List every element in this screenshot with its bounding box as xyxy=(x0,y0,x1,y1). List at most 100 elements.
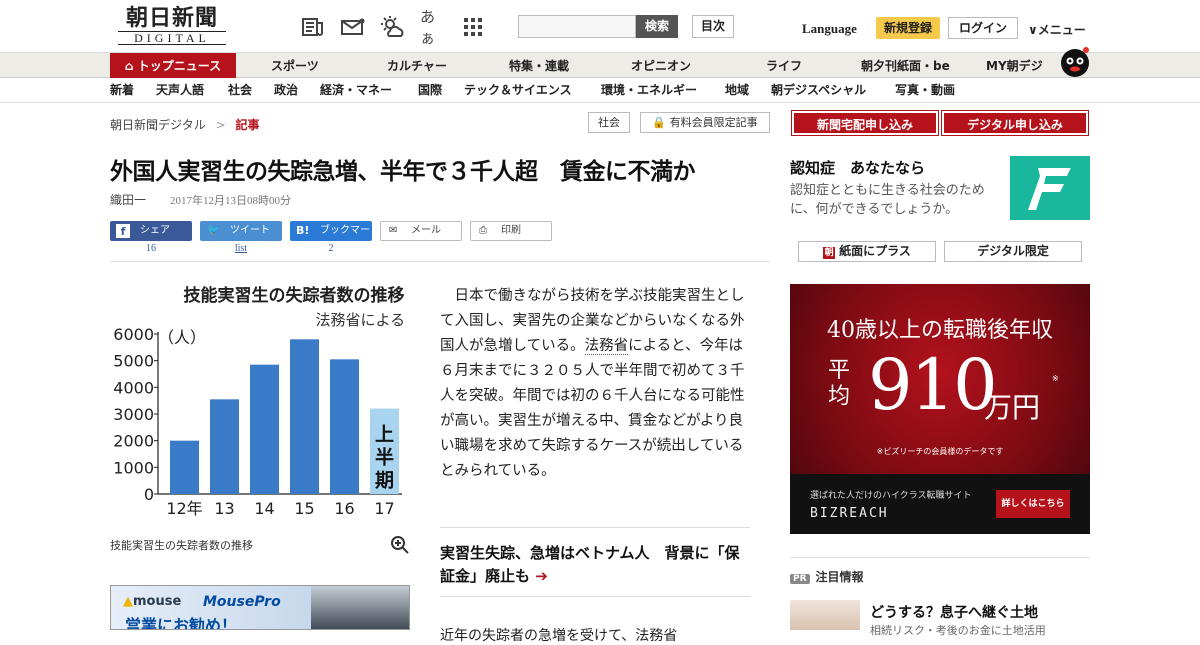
pr-title[interactable]: どうする？息子へ継ぐ土地 xyxy=(870,602,1038,622)
publish-date: 2017年12月13日08時00分 xyxy=(170,195,291,207)
feature-logo[interactable] xyxy=(1010,156,1090,220)
nav-top-news[interactable]: ⌂ トップニュース xyxy=(110,53,236,79)
twitter-icon: 🐦 xyxy=(207,225,220,236)
x-tick-label: 17 xyxy=(374,499,394,518)
nav-paper[interactable]: 朝夕刊紙面・be xyxy=(861,53,950,79)
login-button[interactable]: ログイン xyxy=(948,17,1018,39)
dementia-feature-title[interactable]: 認知症 あなたなら xyxy=(790,157,925,178)
mail-icon[interactable] xyxy=(340,14,366,40)
chart-ylabel: （人） xyxy=(158,328,206,347)
main-nav: ⌂ トップニュース スポーツ カルチャー 特集・連載 オピニオン ライフ 朝夕刊… xyxy=(0,52,1200,79)
site-header: 朝日新聞 DIGITAL あぁ 検索 目次 Language 新規登録 ログイン… xyxy=(0,0,1200,52)
ad-mark: ※ xyxy=(1052,374,1059,383)
bar[interactable] xyxy=(250,364,279,494)
subnav-photo[interactable]: 写真・動画 xyxy=(895,78,955,103)
ad-note: ※ビズリーチの会員様のデータです xyxy=(876,447,1004,456)
bar-annotation: 上 xyxy=(375,424,394,446)
weather-icon[interactable] xyxy=(380,14,406,40)
search-input[interactable] xyxy=(518,15,636,38)
subnav-tech[interactable]: テック＆サイエンス xyxy=(464,78,572,103)
home-delivery-button[interactable]: 新聞宅配申し込み xyxy=(791,110,939,136)
bizreach-ad-banner[interactable]: 40歳以上の転職後年収 平均 910 万円 ※ ※ビズリーチの会員様のデータです… xyxy=(790,284,1090,534)
ad-brand: ▲mouse xyxy=(123,594,182,609)
subnav-international[interactable]: 国際 xyxy=(418,78,442,103)
breadcrumb: 朝日新聞デジタル > 記事 xyxy=(110,118,260,132)
facebook-share-button[interactable]: f シェア xyxy=(110,221,192,241)
facebook-icon: f xyxy=(116,224,130,238)
subnav-tenseijingo[interactable]: 天声人語 xyxy=(156,78,204,103)
ad-photo xyxy=(311,586,409,629)
nav-opinion[interactable]: オピニオン xyxy=(631,53,691,79)
pr-thumbnail[interactable] xyxy=(790,600,860,630)
subnav-environment[interactable]: 環境・エネルギー xyxy=(601,78,697,103)
register-button[interactable]: 新規登録 xyxy=(876,17,940,39)
ad-average: 平均 xyxy=(828,358,851,409)
moj-link[interactable]: 法務省 xyxy=(584,338,629,355)
paid-badge: 🔒 有料会員限定記事 xyxy=(640,112,770,133)
mail-share-button[interactable]: ✉ メール xyxy=(380,221,462,241)
subnav-new[interactable]: 新着 xyxy=(110,78,134,103)
newspaper-icon[interactable] xyxy=(300,14,326,40)
site-logo[interactable]: 朝日新聞 DIGITAL xyxy=(118,6,226,45)
chart-caption: 技能実習生の失踪者数の推移 xyxy=(110,539,253,552)
search-button[interactable]: 検索 xyxy=(636,15,678,38)
bar-annotation: 半 xyxy=(375,446,394,469)
bar[interactable] xyxy=(290,339,319,494)
dementia-feature-desc: 認知症とともに生きる社会のために、何ができるでしょうか。 xyxy=(790,183,985,217)
y-tick-label: 4000 xyxy=(113,378,154,397)
ad-unit: 万円 xyxy=(984,391,1041,424)
pr-section-header: PR 注目情報 xyxy=(790,557,1090,585)
x-tick-label: 13 xyxy=(214,499,234,518)
ad-brand2: MousePro xyxy=(203,594,281,610)
bar[interactable] xyxy=(330,359,359,494)
subnav-region[interactable]: 地域 xyxy=(725,78,749,103)
print-button[interactable]: ⎙ 印刷 xyxy=(470,221,552,241)
hatena-bookmark-button[interactable]: B! ブックマーク xyxy=(290,221,372,256)
pr-badge: PR xyxy=(790,574,810,584)
menu-button[interactable]: ∨メニュー xyxy=(1028,21,1086,38)
section-tag[interactable]: 社会 xyxy=(588,112,630,133)
mascot-icon xyxy=(1061,47,1089,77)
y-tick-label: 0 xyxy=(144,485,154,504)
digital-signup-button[interactable]: デジタル申し込み xyxy=(941,110,1089,136)
article-body: 日本で働きながら技術を学ぶ技能実習生として入国し、実習先の企業などからいなくなる… xyxy=(440,288,745,479)
zoom-icon[interactable] xyxy=(390,535,410,560)
subnav-society[interactable]: 社会 xyxy=(228,78,252,103)
twitter-count[interactable]: list xyxy=(200,243,282,254)
ad-brand-name: BIZREACH xyxy=(810,506,889,521)
subnav-politics[interactable]: 政治 xyxy=(274,78,298,103)
nav-life[interactable]: ライフ xyxy=(766,53,802,79)
digital-only-button[interactable]: デジタル限定 xyxy=(944,241,1082,262)
x-tick-label: 16 xyxy=(334,499,354,518)
subnav-economy[interactable]: 経済・マネー xyxy=(320,78,392,103)
breadcrumb-home[interactable]: 朝日新聞デジタル xyxy=(110,118,206,132)
nav-sports[interactable]: スポーツ xyxy=(271,53,319,79)
grid-icon[interactable] xyxy=(460,14,486,40)
mail-icon: ✉ xyxy=(389,225,398,236)
sub-nav: 新着 天声人語 社会 政治 経済・マネー 国際 テック＆サイエンス 環境・エネル… xyxy=(0,78,1200,103)
ad-cta-button[interactable]: 詳しくはこちら xyxy=(996,490,1070,518)
breadcrumb-current: 記事 xyxy=(235,118,260,132)
paper-icon: 朝 xyxy=(823,247,836,259)
mouse-ad-banner[interactable]: ▲mouse MousePro 営業にお勧め！ xyxy=(110,585,410,630)
paper-plus-button[interactable]: 朝紙面にプラス xyxy=(798,241,936,262)
font-size-icon[interactable]: あぁ xyxy=(420,8,446,47)
y-tick-label: 2000 xyxy=(113,432,154,451)
pr-desc: 相続リスク・考後のお金に土地活用 xyxy=(870,624,1046,637)
nav-features[interactable]: 特集・連載 xyxy=(509,53,569,79)
related-article-link[interactable]: 実習生失踪、急増はベトナム人 背景に「保証金」廃止も ➔ xyxy=(440,527,750,588)
bar[interactable] xyxy=(170,440,199,494)
bar[interactable] xyxy=(210,399,239,494)
ad-copy: 営業にお勧め！ xyxy=(125,616,238,630)
nav-culture[interactable]: カルチャー xyxy=(387,53,447,79)
twitter-share-button[interactable]: 🐦 ツイート xyxy=(200,221,282,241)
contents-button[interactable]: 目次 xyxy=(692,15,734,38)
hatena-icon: B! xyxy=(296,224,310,237)
subnav-special[interactable]: 朝デジスペシャル xyxy=(771,78,866,103)
x-tick-label: 12年 xyxy=(166,499,202,518)
x-tick-label: 15 xyxy=(294,499,314,518)
nav-my[interactable]: MY朝デジ xyxy=(986,53,1043,79)
language-link[interactable]: Language xyxy=(802,21,857,37)
missing-trainees-chart[interactable]: 技能実習生の失踪者数の推移 法務省による （人） 0 1000 2000 3000 40… xyxy=(110,280,410,520)
y-tick-label: 6000 xyxy=(113,325,154,344)
